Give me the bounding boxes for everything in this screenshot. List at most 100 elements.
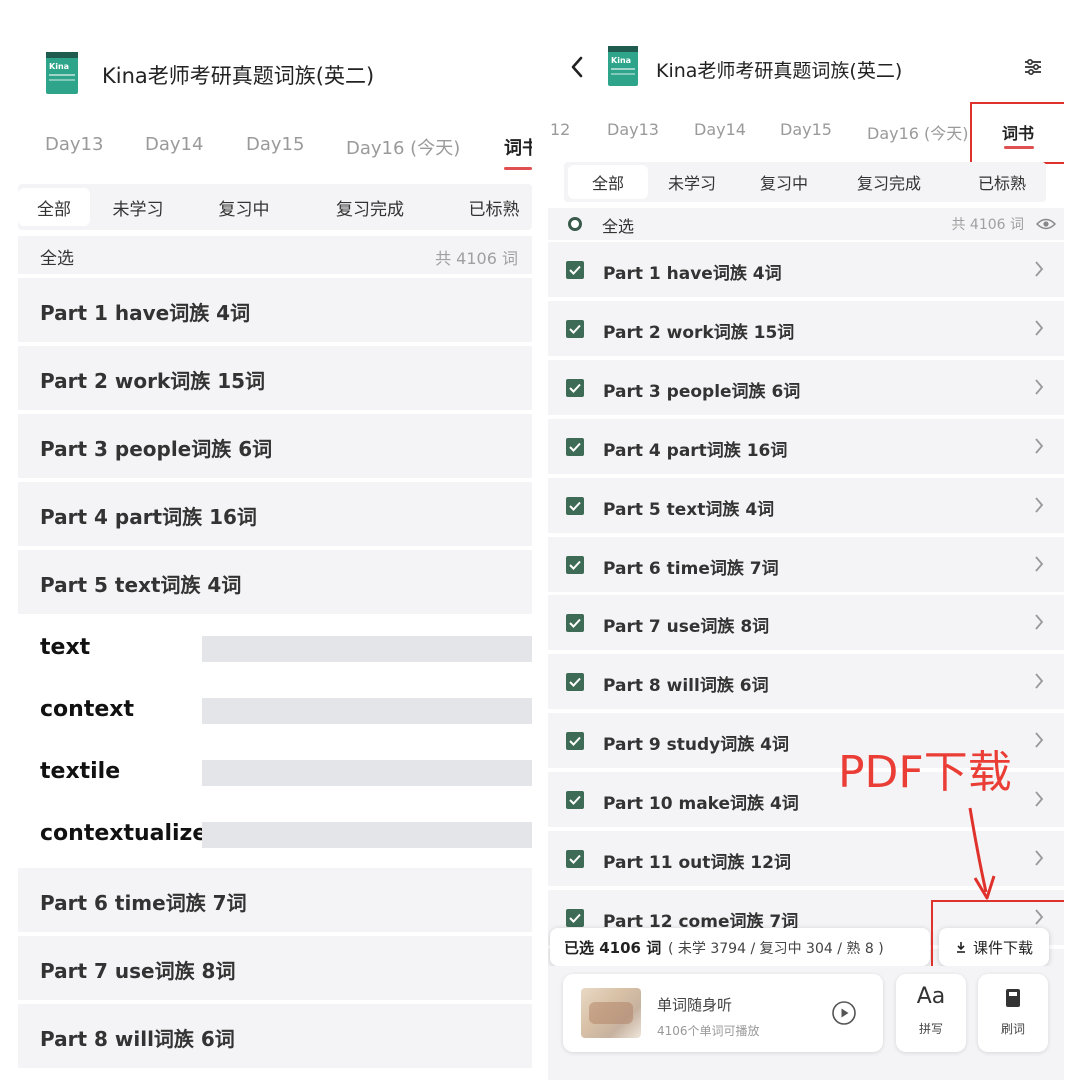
part-label: Part 7 use词族 8词	[603, 617, 770, 638]
hidden-meaning-bar[interactable]	[202, 760, 532, 786]
spelling-button[interactable]: Aa 拼写	[896, 974, 966, 1052]
filter-reviewing[interactable]: 复习中	[750, 165, 818, 199]
list-item[interactable]: Part 7 use词族 8词	[548, 595, 1064, 651]
part-label: Part 3 people词族 6词	[603, 381, 801, 402]
list-item[interactable]: Part 5 text词族 4词	[18, 550, 532, 614]
word-row[interactable]: contextualize	[18, 804, 532, 866]
select-all-row[interactable]: 全选 共 4106 词	[548, 208, 1064, 240]
list-item[interactable]: Part 1 have词族 4词	[18, 278, 532, 342]
part-label: Part 1 have词族 4词	[603, 264, 782, 284]
play-icon[interactable]	[831, 1000, 857, 1026]
flashcard-icon	[1005, 988, 1021, 1008]
list-item[interactable]: Part 7 use词族 8词	[18, 936, 532, 1000]
list-item[interactable]: Part 5 text词族 4词	[548, 477, 1064, 533]
list-item[interactable]: Part 2 work词族 15词	[548, 300, 1064, 356]
annotation-arrow-icon	[968, 807, 996, 900]
filter-unlearned[interactable]: 未学习	[102, 188, 174, 226]
flashcard-button[interactable]: 刷词	[978, 974, 1048, 1052]
word-label: textile	[40, 759, 121, 784]
select-all-radio-icon[interactable]	[568, 217, 582, 231]
list-item[interactable]: Part 8 will词族 6词	[18, 1004, 532, 1068]
filter-unlearned[interactable]: 未学习	[658, 165, 726, 199]
tab-day16-today[interactable]: Day16 (今天)	[867, 120, 969, 144]
word-count-label: 共 4106 词	[951, 217, 1024, 233]
select-all-label: 全选	[40, 249, 74, 269]
filter-all[interactable]: 全部	[18, 188, 90, 226]
list-item[interactable]: Part 1 have词族 4词	[548, 242, 1064, 297]
chevron-right-icon[interactable]	[1034, 555, 1044, 573]
part-label: Part 10 make词族 4词	[603, 794, 799, 815]
tab-day16-today[interactable]: Day16 (今天)	[346, 134, 460, 160]
hidden-meaning-bar[interactable]	[202, 636, 532, 662]
settings-sliders-icon[interactable]	[1022, 56, 1044, 78]
tab-day13[interactable]: Day13	[45, 134, 103, 155]
list-item[interactable]: Part 8 will词族 6词	[548, 654, 1064, 710]
checkbox-icon[interactable]	[566, 261, 584, 279]
word-row[interactable]: text	[18, 618, 532, 680]
checkbox-icon[interactable]	[566, 673, 584, 692]
chevron-right-icon[interactable]	[1034, 731, 1044, 749]
eye-icon[interactable]	[1035, 216, 1057, 230]
list-item[interactable]: Part 6 time词族 7词	[548, 536, 1064, 592]
audio-player-card[interactable]: 单词随身听 4106个单词可播放	[563, 974, 883, 1052]
checkbox-icon[interactable]	[566, 496, 584, 515]
checkbox-icon[interactable]	[566, 908, 584, 927]
filter-marked-known[interactable]: 已标熟	[458, 188, 530, 226]
pdf-download-annotation: PDF下载	[838, 747, 1012, 798]
checkbox-icon[interactable]	[566, 791, 584, 810]
tab-day15[interactable]: Day15	[780, 120, 832, 139]
checkbox-icon[interactable]	[566, 555, 584, 574]
list-item[interactable]: Part 2 work词族 15词	[18, 346, 532, 410]
audio-subtitle: 4106个单词可播放	[657, 1024, 760, 1038]
list-item[interactable]: Part 4 part词族 16词	[548, 418, 1064, 474]
chevron-right-icon[interactable]	[1034, 260, 1044, 278]
chevron-right-icon[interactable]	[1034, 378, 1044, 396]
chevron-right-icon[interactable]	[1034, 672, 1044, 690]
hidden-meaning-bar[interactable]	[202, 698, 532, 724]
hidden-meaning-bar[interactable]	[202, 822, 532, 848]
chevron-right-icon[interactable]	[1034, 437, 1044, 455]
tab-wordbook[interactable]: 词书	[504, 134, 532, 160]
list-item[interactable]: Part 6 time词族 7词	[18, 868, 532, 932]
book-cover-icon: Kina	[46, 52, 78, 94]
word-label: context	[40, 697, 134, 722]
filter-marked-known[interactable]: 已标熟	[962, 165, 1042, 199]
checkbox-icon[interactable]	[566, 850, 584, 868]
filter-review-done[interactable]: 复习完成	[844, 165, 934, 199]
word-row[interactable]: context	[18, 680, 532, 742]
filter-reviewing[interactable]: 复习中	[208, 188, 280, 226]
select-all-label: 全选	[602, 217, 635, 236]
audio-title: 单词随身听	[657, 996, 733, 1014]
chevron-right-icon[interactable]	[1034, 319, 1044, 337]
checkbox-icon[interactable]	[566, 614, 584, 633]
filter-bar: 全部 未学习 复习中 复习完成 已标熟	[564, 162, 1046, 202]
list-item[interactable]: Part 3 people词族 6词	[18, 414, 532, 478]
checkbox-icon[interactable]	[566, 437, 584, 456]
chevron-right-icon[interactable]	[1034, 496, 1044, 514]
checkbox-icon[interactable]	[566, 732, 584, 751]
tab-day13[interactable]: Day13	[607, 120, 659, 139]
chevron-right-icon[interactable]	[1034, 613, 1044, 631]
chevron-right-icon[interactable]	[1034, 849, 1044, 867]
day-tabs: Day13 Day14 Day15 Day16 (今天) 词书	[18, 134, 532, 174]
select-all-row[interactable]: 全选 共 4106 词	[18, 236, 532, 274]
tab-day15[interactable]: Day15	[246, 134, 304, 155]
filter-all[interactable]: 全部	[568, 165, 648, 199]
part-label: Part 8 will词族 6词	[40, 1027, 235, 1051]
list-item[interactable]: Part 4 part词族 16词	[18, 482, 532, 546]
part-label: Part 6 time词族 7词	[40, 891, 247, 915]
checkbox-icon[interactable]	[566, 378, 584, 397]
part-label: Part 6 time词族 7词	[603, 558, 779, 579]
chevron-right-icon[interactable]	[1034, 790, 1044, 808]
spelling-glyph: Aa	[916, 984, 946, 1009]
selected-breakdown: ( 未学 3794 / 复习中 304 / 熟 8 )	[668, 941, 884, 957]
list-item[interactable]: Part 3 people词族 6词	[548, 359, 1064, 415]
back-arrow-icon[interactable]	[566, 56, 588, 78]
tab-day14[interactable]: Day14	[694, 120, 746, 139]
part-label: Part 5 text词族 4词	[40, 573, 242, 597]
checkbox-icon[interactable]	[566, 319, 584, 338]
word-row[interactable]: textile	[18, 742, 532, 804]
tab-day12[interactable]: 12	[550, 120, 570, 139]
tab-day14[interactable]: Day14	[145, 134, 203, 155]
filter-review-done[interactable]: 复习完成	[324, 188, 416, 226]
